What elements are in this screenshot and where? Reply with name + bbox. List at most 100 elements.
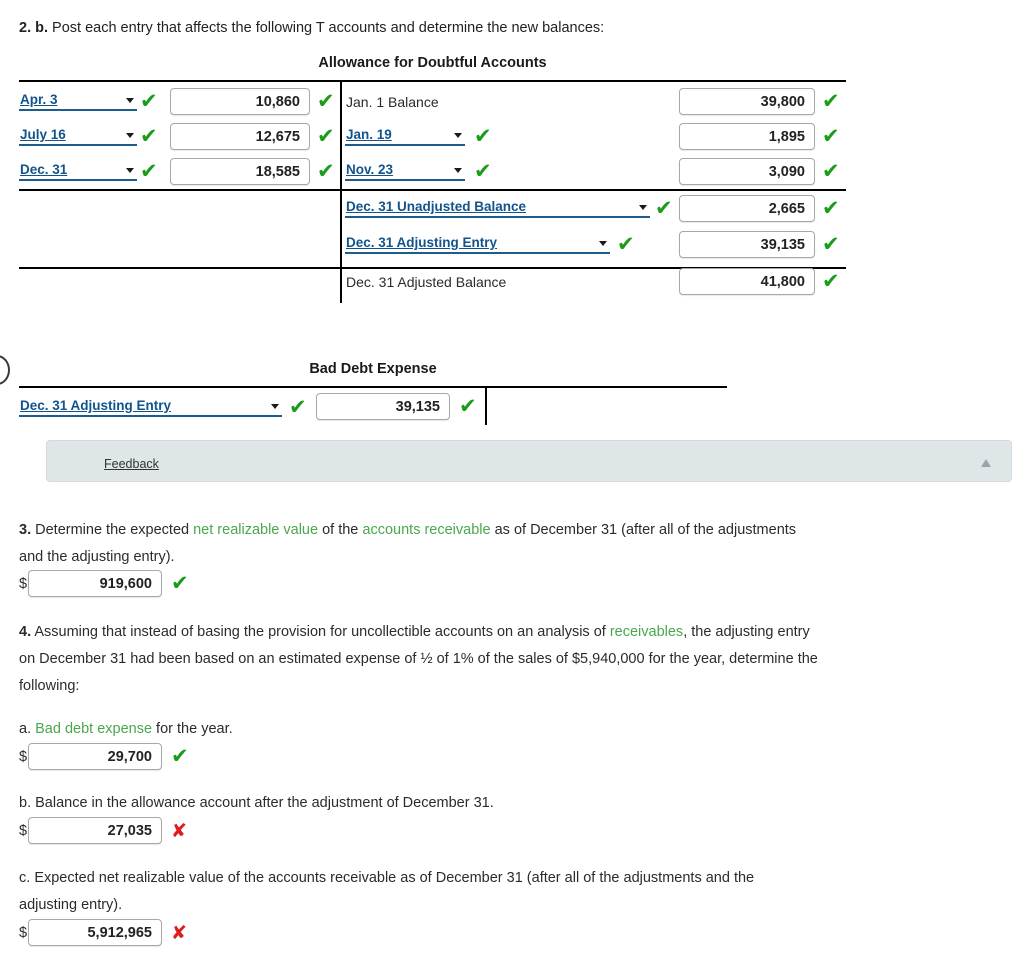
allowance-debit-bottom-rule	[19, 267, 341, 269]
question-4c-answer-input[interactable]: 5,912,965	[28, 919, 162, 946]
bad-debt-amount-input-0[interactable]: 39,135	[316, 393, 450, 420]
allowance-debit-amount-input-1[interactable]: 12,675	[170, 123, 310, 150]
allowance-debit-amount-check-2: ✔	[317, 159, 335, 183]
question-4a-letter: a.	[19, 721, 32, 737]
question-4-number: 4.	[19, 624, 32, 640]
glossary-term-receivables[interactable]: receivables	[610, 624, 683, 640]
allowance-credit-date-check-3: ✔	[655, 196, 673, 220]
allowance-debit-date-select-0[interactable]: Apr. 3	[19, 90, 137, 111]
chevron-down-icon	[126, 167, 134, 173]
question-2b-number: 2. b.	[19, 20, 49, 36]
bad-debt-date-select-0[interactable]: Dec. 31 Adjusting Entry	[19, 396, 282, 417]
allowance-credit-amount-input-1[interactable]: 1,895	[679, 123, 815, 150]
question-4a-answer-input[interactable]: 29,700	[28, 743, 162, 770]
worksheet-page: 2. b. Post each entry that affects the f…	[0, 0, 1024, 965]
allowance-credit-label-5: Dec. 31 Adjusted Balance	[346, 274, 507, 290]
question-4b-letter: b.	[19, 795, 32, 811]
select-value-label: Jan. 19	[346, 127, 392, 142]
glossary-term-net-realizable-value[interactable]: net realizable value	[193, 522, 318, 538]
select-value-label: Dec. 31 Unadjusted Balance	[346, 199, 527, 214]
allowance-debit-amount-input-2[interactable]: 18,585	[170, 158, 310, 185]
allowance-debit-date-select-1[interactable]: July 16	[19, 125, 137, 146]
allowance-credit-date-check-4: ✔	[617, 232, 635, 256]
select-value-label: Dec. 31 Adjusting Entry	[20, 398, 172, 413]
glossary-term-accounts-receivable[interactable]: accounts receivable	[362, 522, 490, 538]
question-4b-answer-input[interactable]: 27,035	[28, 817, 162, 844]
allowance-debit-date-check-2: ✔	[140, 159, 158, 183]
allowance-credit-amount-check-5: ✔	[822, 269, 840, 293]
question-4a-currency-symbol: $	[19, 749, 28, 765]
feedback-panel[interactable]: Feedback	[46, 440, 1012, 482]
allowance-credit-date-select-3[interactable]: Dec. 31 Unadjusted Balance	[345, 197, 650, 218]
allowance-debit-subtotal-rule	[19, 189, 341, 191]
question-4c-text: c. Expected net realizable value of the …	[19, 865, 1009, 919]
bad-debt-account-title: Bad Debt Expense	[309, 361, 437, 377]
bad-debt-amount-check-0: ✔	[459, 394, 477, 418]
question-3-check-icon: ✔	[171, 571, 189, 595]
glossary-term-bad-debt-expense[interactable]: Bad debt expense	[35, 721, 152, 737]
question-4-line1b: , the adjusting entry	[683, 624, 810, 640]
allowance-credit-amount-check-3: ✔	[822, 196, 840, 220]
chevron-down-icon	[126, 97, 134, 103]
chevron-down-icon	[454, 167, 462, 173]
question-4b-incorrect-icon: ✘	[171, 820, 187, 842]
allowance-credit-date-select-4[interactable]: Dec. 31 Adjusting Entry	[345, 233, 610, 254]
question-3-line1a: Determine the expected	[35, 522, 194, 538]
bad-debt-center-divider	[485, 386, 487, 425]
allowance-debit-date-check-0: ✔	[140, 89, 158, 113]
question-4b-text: b. Balance in the allowance account afte…	[19, 790, 494, 817]
chevron-down-icon	[271, 403, 279, 409]
question-4c-letter: c.	[19, 870, 31, 886]
allowance-credit-amount-input-2[interactable]: 3,090	[679, 158, 815, 185]
question-4-line3: following:	[19, 678, 80, 694]
allowance-debit-date-select-2[interactable]: Dec. 31	[19, 160, 137, 181]
question-4-block: 4. Assuming that instead of basing the p…	[19, 619, 1019, 700]
select-value-label: Dec. 31	[20, 162, 68, 177]
question-3-answer-input[interactable]: 919,600	[28, 570, 162, 597]
question-4a-text: a. Bad debt expense for the year.	[19, 716, 233, 743]
allowance-credit-amount-input-0[interactable]: 39,800	[679, 88, 815, 115]
question-3-line1b: of the	[318, 522, 363, 538]
feedback-link[interactable]: Feedback	[104, 457, 159, 471]
question-4a-text-b: for the year.	[152, 721, 233, 737]
chevron-down-icon	[126, 132, 134, 138]
allowance-credit-amount-check-1: ✔	[822, 124, 840, 148]
question-2b-heading: 2. b. Post each entry that affects the f…	[19, 18, 604, 38]
allowance-debit-amount-check-1: ✔	[317, 124, 335, 148]
allowance-account-title: Allowance for Doubtful Accounts	[318, 55, 547, 71]
chevron-down-icon	[599, 240, 607, 246]
chevron-down-icon	[639, 204, 647, 210]
edge-cutoff-circle-icon	[0, 355, 10, 385]
question-4a-check-icon: ✔	[171, 744, 189, 768]
question-3-line2: and the adjusting entry).	[19, 549, 175, 565]
question-3-number: 3.	[19, 522, 32, 538]
question-4c-text-a2: adjusting entry).	[19, 897, 123, 913]
select-value-label: July 16	[20, 127, 66, 142]
collapse-triangle-icon[interactable]	[981, 459, 991, 467]
bad-debt-top-rule	[19, 386, 727, 388]
question-4c-text-a: Expected net realizable value of the acc…	[34, 870, 755, 886]
allowance-center-divider	[340, 80, 342, 303]
question-4c-incorrect-icon: ✘	[171, 922, 187, 944]
allowance-top-rule	[19, 80, 846, 82]
allowance-credit-subtotal-rule	[340, 189, 846, 191]
allowance-credit-amount-check-2: ✔	[822, 159, 840, 183]
question-4c-currency-symbol: $	[19, 925, 28, 941]
chevron-down-icon	[454, 132, 462, 138]
allowance-credit-date-select-2[interactable]: Nov. 23	[345, 160, 465, 181]
allowance-debit-amount-input-0[interactable]: 10,860	[170, 88, 310, 115]
question-3-line1c: as of December 31 (after all of the adju…	[490, 522, 797, 538]
question-4-line1a: Assuming that instead of basing the prov…	[34, 624, 610, 640]
allowance-debit-amount-check-0: ✔	[317, 89, 335, 113]
allowance-credit-date-check-2: ✔	[474, 159, 492, 183]
allowance-credit-date-select-1[interactable]: Jan. 19	[345, 125, 465, 146]
allowance-credit-amount-input-4[interactable]: 39,135	[679, 231, 815, 258]
bad-debt-date-check-0: ✔	[289, 395, 307, 419]
question-4b-currency-symbol: $	[19, 823, 28, 839]
question-4b-text-a: Balance in the allowance account after t…	[35, 795, 494, 811]
allowance-credit-amount-input-5[interactable]: 41,800	[679, 268, 815, 295]
select-value-label: Nov. 23	[346, 162, 394, 177]
allowance-credit-amount-input-3[interactable]: 2,665	[679, 195, 815, 222]
allowance-credit-label-0: Jan. 1 Balance	[346, 94, 439, 110]
question-4-line2: on December 31 had been based on an esti…	[19, 651, 818, 667]
